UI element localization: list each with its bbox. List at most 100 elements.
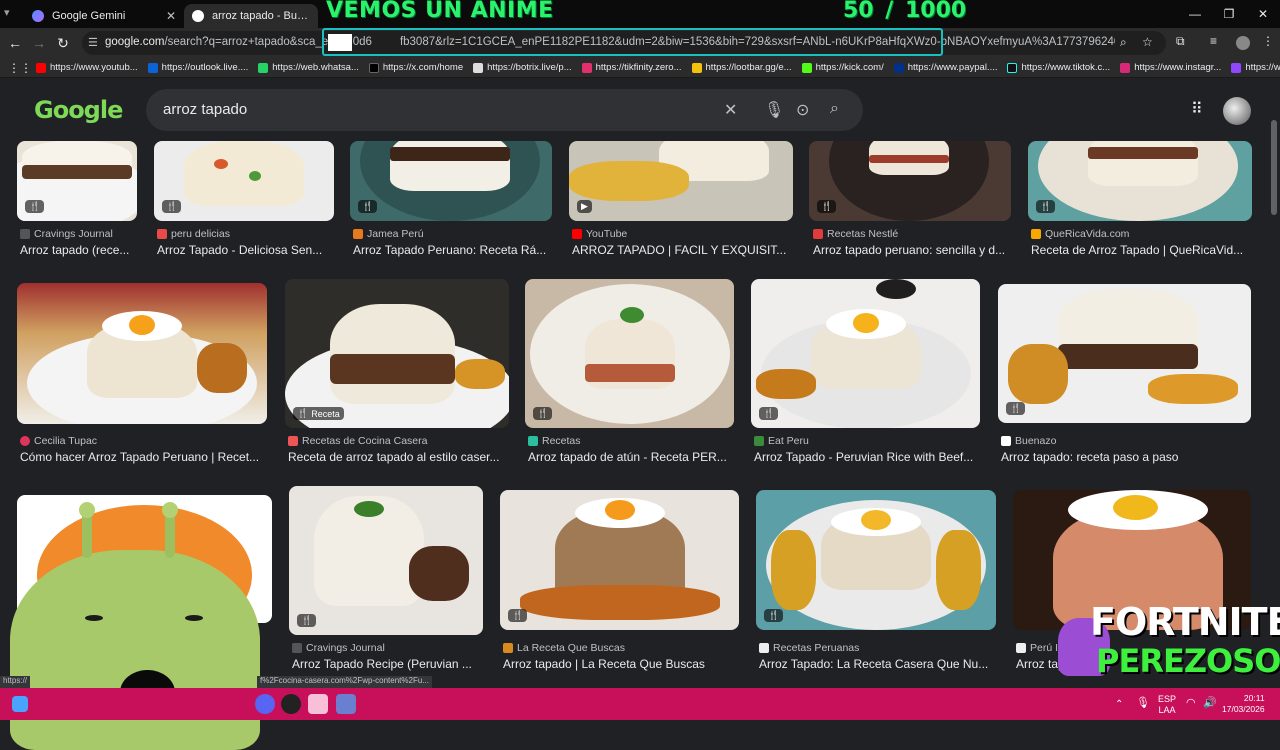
recipe-badge: 🍴	[1006, 402, 1026, 415]
bookmark-kick[interactable]: https://kick.com/	[801, 62, 884, 73]
bookmark-lootbar[interactable]: https://lootbar.gg/e...	[691, 62, 792, 73]
mic-tray-icon[interactable]: 🎙	[1136, 698, 1150, 709]
app-icon[interactable]	[308, 694, 328, 714]
clock[interactable]: 20:11 17/03/2026	[1222, 693, 1265, 715]
tuna-shape	[585, 364, 675, 382]
bookmark-botrix[interactable]: https://botrix.live/p...	[473, 62, 572, 73]
maximize-icon[interactable]: ❐	[1212, 0, 1246, 28]
mascot-antenna	[79, 502, 95, 558]
close-icon[interactable]: ✕	[166, 9, 176, 23]
result-source: Recetas	[528, 435, 581, 447]
wifi-icon[interactable]: ◠	[1186, 698, 1196, 709]
close-window-icon[interactable]: ✕	[1246, 0, 1280, 28]
tab-google-search[interactable]: arroz tapado - Buscar con Google	[184, 4, 318, 28]
result-image[interactable]: 🍴	[154, 141, 334, 221]
discord-icon[interactable]	[255, 694, 275, 714]
utensils-icon: 🍴	[301, 615, 313, 625]
result-image[interactable]: 🍴	[525, 279, 734, 428]
result-image[interactable]: ▶	[569, 141, 793, 221]
source-icon	[20, 229, 30, 239]
search-bar[interactable]: arroz tapado ✕ 🎙 ⊙ ⌕	[146, 89, 863, 131]
result-image[interactable]: 🍴	[809, 141, 1011, 221]
windows-start-icon[interactable]	[12, 696, 28, 712]
result-title[interactable]: Receta de Arroz Tapado | QueRicaVid...	[1031, 243, 1253, 257]
result-image[interactable]	[17, 283, 267, 424]
result-title[interactable]: Arroz tapado | La Receta Que Buscas	[503, 657, 740, 671]
recipe-badge: 🍴	[759, 407, 779, 420]
bookmark-instagram[interactable]: https://www.instagr...	[1120, 62, 1221, 73]
plantain-shape	[1148, 374, 1238, 404]
result-title[interactable]: Arroz Tapado Peruano: Receta Rá...	[353, 243, 553, 257]
minimize-icon[interactable]: —	[1178, 0, 1212, 28]
result-image[interactable]: 🍴	[1028, 141, 1252, 221]
result-image[interactable]: 🍴	[751, 279, 980, 428]
zoom-icon[interactable]: ⌕	[1120, 35, 1127, 50]
scrollbar[interactable]	[1271, 120, 1277, 215]
mic-icon[interactable]: 🎙	[764, 100, 784, 120]
forward-icon[interactable]: →	[30, 34, 48, 52]
result-title[interactable]: ARROZ TAPADO | FACIL Y EXQUISIT...	[572, 243, 794, 257]
result-image[interactable]: 🍴 Receta	[285, 279, 509, 428]
utensils-icon: 🍴	[1010, 403, 1022, 413]
plantain-shape	[936, 530, 981, 610]
utensils-icon: 🍴	[29, 201, 41, 211]
tray-up-icon[interactable]: ⌃	[1115, 699, 1123, 710]
bookmark-outlook[interactable]: https://outlook.live....	[147, 62, 248, 73]
extensions-icon[interactable]: ⧉	[1176, 34, 1185, 49]
bookmark-twitch[interactable]: https://www.twitch.t...	[1231, 62, 1280, 73]
result-title[interactable]: Receta de arroz tapado al estilo caser..…	[288, 450, 510, 464]
result-image[interactable]: 🍴	[500, 490, 739, 630]
search-input[interactable]: arroz tapado	[163, 101, 247, 118]
result-title[interactable]: Arroz Tapado - Peruvian Rice with Beef..…	[754, 450, 981, 464]
result-title[interactable]: Arroz tapado (rece...	[20, 243, 140, 257]
clear-icon[interactable]: ✕	[724, 100, 737, 120]
egg-yolk-shape	[853, 313, 879, 333]
recipe-badge: 🍴	[508, 609, 528, 622]
result-title[interactable]: Arroz tapado: receta paso a paso	[1001, 450, 1251, 464]
obs-icon[interactable]	[281, 694, 301, 714]
tab-gemini[interactable]: Google Gemini ✕	[24, 4, 184, 28]
outlook-icon	[147, 62, 158, 73]
back-icon[interactable]: ←	[6, 34, 24, 52]
bookmark-x[interactable]: https://x.com/home	[368, 62, 463, 73]
bookmarks-bar: ⋮⋮ https://www.youtub... https://outlook…	[0, 58, 1280, 78]
result-title[interactable]: Arroz tapado de atún - Receta PER...	[528, 450, 735, 464]
reload-icon[interactable]: ↻	[54, 34, 72, 52]
result-image[interactable]: 🍴	[998, 284, 1251, 423]
google-apps-icon[interactable]: ⠿	[1191, 102, 1207, 118]
result-title[interactable]: Arroz tapado peruano: sencilla y d...	[813, 243, 1013, 257]
lens-icon[interactable]: ⊙	[796, 100, 809, 120]
utensils-icon: 🍴	[1040, 201, 1052, 211]
site-info-icon[interactable]: ☰	[88, 36, 100, 50]
stream-frame	[322, 28, 943, 56]
avatar[interactable]	[1223, 97, 1251, 125]
bookmark-tikfinity[interactable]: https://tikfinity.zero...	[581, 62, 682, 73]
result-title[interactable]: Arroz Tapado: La Receta Casera Que Nu...	[759, 657, 997, 671]
tab-title: arroz tapado - Buscar con Google	[212, 10, 310, 22]
result-image[interactable]: 🍴	[756, 490, 996, 630]
google-logo[interactable]: Google	[34, 96, 123, 124]
bookmark-star-icon[interactable]: ☆	[1142, 35, 1153, 49]
menu-icon[interactable]: ⋮	[1262, 34, 1274, 48]
result-title[interactable]: Arroz Tapado - Deliciosa Sen...	[157, 243, 335, 257]
bookmark-whatsapp[interactable]: https://web.whatsa...	[258, 62, 359, 73]
search-icon[interactable]: ⌕	[830, 100, 839, 118]
bookmark-youtube[interactable]: https://www.youtub...	[36, 62, 138, 73]
bookmark-paypal[interactable]: https://www.paypal....	[893, 62, 997, 73]
result-image[interactable]: 🍴	[289, 486, 483, 635]
result-image[interactable]: 🍴	[350, 141, 552, 221]
apps-icon[interactable]: ⋮⋮	[8, 61, 32, 75]
bookmark-tiktok[interactable]: https://www.tiktok.c...	[1007, 62, 1110, 73]
result-title[interactable]: Arroz Tapado Recipe (Peruvian ...	[292, 657, 484, 671]
language-indicator[interactable]: ESP LAA	[1158, 694, 1176, 716]
kick-icon	[801, 62, 812, 73]
app-icon-2[interactable]	[336, 694, 356, 714]
result-image[interactable]: 🍴	[17, 141, 137, 221]
herb-shape	[620, 307, 644, 323]
reading-list-icon[interactable]: ≡	[1210, 34, 1217, 48]
volume-icon[interactable]: 🔊	[1203, 698, 1217, 709]
egg-yolk-shape	[605, 500, 635, 520]
result-title[interactable]: Cómo hacer Arroz Tapado Peruano | Recet.…	[20, 450, 268, 464]
tab-search-icon[interactable]: ▾	[4, 6, 18, 20]
profile-icon[interactable]	[1236, 36, 1250, 50]
